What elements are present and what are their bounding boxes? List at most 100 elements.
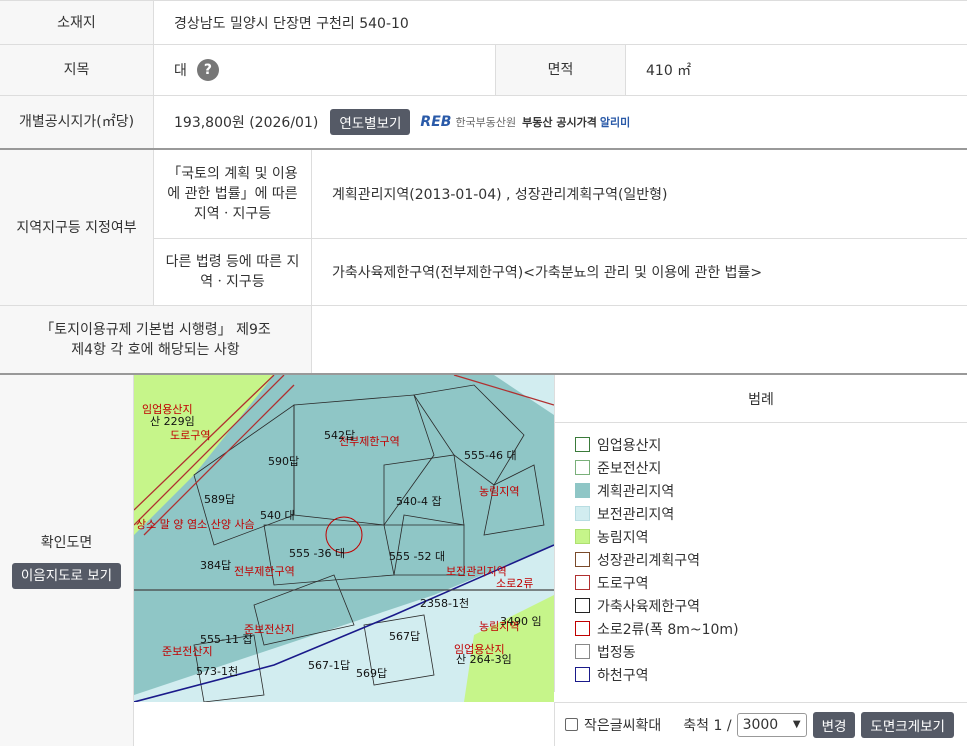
- zoning-label: 지역지구등 지정여부: [0, 150, 154, 305]
- map-label-19: 567-1답: [308, 659, 350, 672]
- legend-item: 농림지역: [575, 525, 967, 548]
- map-drawing: 임업용산지 도로구역 전부제한구역 농림지역 상소 말 양 염소 산양 사슴 전…: [134, 375, 554, 702]
- map-controls: 작은글씨확대 축척 1 / 3000 ▼ 변경 도면크게보기: [554, 702, 967, 746]
- zoning-row: 지역지구등 지정여부 「국토의 계획 및 이용 에 관한 법률」에 따른 지역ㆍ…: [0, 150, 967, 306]
- map-label-22: 산 264-3임: [456, 653, 512, 666]
- legend-item: 계획관리지역: [575, 479, 967, 502]
- price-value: 193,800원 (2026/01): [174, 115, 319, 131]
- jimok-label: 지목: [0, 45, 154, 95]
- map-label-1: 산 229임: [150, 415, 195, 428]
- map-label-24: 준보전산지: [162, 645, 213, 658]
- map-label-11: 384답: [200, 559, 231, 572]
- legend-label: 소로2류(폭 8m~10m): [597, 621, 739, 638]
- location-value: 경상남도 밀양시 단장면 구천리 540-10: [174, 15, 409, 32]
- legend-swatch: [575, 529, 590, 544]
- zoning-other-label: 다른 법령 등에 따른 지역ㆍ지구등: [154, 239, 312, 305]
- legend-item: 준보전산지: [575, 456, 967, 479]
- map-label-16: 2358-1천: [420, 596, 469, 610]
- reb-org: 한국부동산원: [455, 116, 517, 129]
- legend-item: 임업용산지: [575, 433, 967, 456]
- eum-map-button[interactable]: 이음지도로 보기: [11, 562, 122, 589]
- cadastral-map[interactable]: 임업용산지 도로구역 전부제한구역 농림지역 상소 말 양 염소 산양 사슴 전…: [134, 375, 554, 702]
- map-label-23: 3490 임: [500, 615, 542, 628]
- legend-item: 도로구역: [575, 571, 967, 594]
- legend-swatch: [575, 460, 590, 475]
- legend-item: 보전관리지역: [575, 502, 967, 525]
- legend-label: 보전관리지역: [597, 506, 675, 523]
- legend-label: 계획관리지역: [597, 483, 675, 500]
- zoning-national-value: 계획관리지역(2013-01-04) , 성장관리계획구역(일반형): [312, 150, 967, 239]
- legend-list: 임업용산지준보전산지계획관리지역보전관리지역농림지역성장관리계획구역도로구역가축…: [555, 423, 967, 686]
- map-label-28: 555-46 대: [464, 449, 517, 462]
- legend-swatch: [575, 506, 590, 521]
- legend-label: 성장관리계획구역: [597, 552, 701, 569]
- legend-swatch: [575, 437, 590, 452]
- legend-label: 도로구역: [597, 575, 649, 592]
- legend-swatch: [575, 575, 590, 590]
- legend-item: 법정동: [575, 640, 967, 663]
- scale-change-button[interactable]: 변경: [812, 711, 856, 738]
- legend-item: 가축사육제한구역: [575, 594, 967, 617]
- map-label-9: 555 -36 대: [289, 547, 345, 560]
- legend-swatch: [575, 552, 590, 567]
- legend-item: 소로2류(폭 8m~10m): [575, 617, 967, 640]
- map-label-20: 569답: [356, 667, 387, 680]
- area-value: 410 ㎡: [646, 63, 692, 79]
- legend-item: 하천구역: [575, 663, 967, 686]
- reb-link[interactable]: REB 한국부동산원 부동산 공시가격 알리미: [420, 114, 630, 130]
- reb-service: 부동산 공시가격: [522, 116, 597, 129]
- small-font-checkbox[interactable]: [565, 718, 578, 731]
- help-icon[interactable]: ?: [196, 59, 219, 81]
- map-label-4: 542답: [324, 429, 355, 442]
- legend-swatch: [575, 621, 590, 636]
- small-font-label: 작은글씨확대: [584, 717, 662, 734]
- jimok-cell: 대 ?: [154, 45, 496, 95]
- map-section: 확인도면 이음지도로 보기 임업용산지 도로구역 전부제한구역 농림지역 상소 …: [0, 375, 967, 746]
- regulation-row: 「토지이용규제 기본법 시행령」 제9조 제4항 각 호에 해당되는 사항: [0, 306, 967, 375]
- scale-select[interactable]: 3000 ▼: [736, 712, 807, 737]
- legend-swatch: [575, 644, 590, 659]
- map-label-8: 540-4 잡: [396, 495, 442, 508]
- legend-panel: 범례 임업용산지준보전산지계획관리지역보전관리지역농림지역성장관리계획구역도로구…: [554, 375, 967, 692]
- scale-value: 3000: [742, 716, 779, 733]
- map-label-21: 573-1천: [196, 664, 238, 678]
- map-label-26: 소로2류: [496, 577, 533, 590]
- map-label-7: 540 대: [260, 509, 295, 522]
- legend-swatch: [575, 667, 590, 682]
- map-label-2: 도로구역: [170, 429, 210, 442]
- scale-label: 축척 1 /: [683, 717, 732, 734]
- reb-logo-icon: REB: [420, 114, 452, 130]
- regulation-value: [312, 306, 967, 373]
- legend-title: 범례: [555, 375, 967, 423]
- legend-swatch: [575, 483, 590, 498]
- map-label-27: 상소 말 양 염소 산양 사슴: [136, 518, 255, 531]
- location-row: 소재지 경상남도 밀양시 단장면 구천리 540-10: [0, 0, 967, 45]
- legend-label: 가축사육제한구역: [597, 598, 701, 615]
- jimok-row: 지목 대 ? 면적 410 ㎡: [0, 45, 967, 96]
- legend-label: 준보전산지: [597, 460, 662, 477]
- map-label-6: 589답: [204, 493, 235, 506]
- zoning-national-label: 「국토의 계획 및 이용 에 관한 법률」에 따른 지역ㆍ지구등: [154, 150, 312, 239]
- map-label-12: 농림지역: [479, 485, 519, 498]
- legend-label: 농림지역: [597, 529, 649, 546]
- legend-label: 법정동: [597, 644, 636, 661]
- reb-app: 알리미: [599, 116, 631, 129]
- yearly-view-button[interactable]: 연도별보기: [330, 109, 411, 135]
- legend-label: 임업용산지: [597, 437, 662, 454]
- regulation-label: 「토지이용규제 기본법 시행령」 제9조 제4항 각 호에 해당되는 사항: [0, 306, 312, 373]
- map-label-10: 555 -52 대: [389, 550, 445, 563]
- map-label-18: 567답: [389, 630, 420, 643]
- chevron-down-icon: ▼: [792, 719, 801, 730]
- zoning-other-value: 가축사육제한구역(전부제한구역)<가축분뇨의 관리 및 이용에 관한 법률>: [332, 265, 763, 281]
- enlarge-map-button[interactable]: 도면크게보기: [861, 711, 954, 738]
- map-label-3: 590답: [268, 455, 299, 468]
- map-label-17: 555-11 잡: [200, 633, 253, 646]
- legend-swatch: [575, 598, 590, 613]
- price-cell: 193,800원 (2026/01) 연도별보기 REB 한국부동산원 부동산 …: [154, 96, 967, 148]
- map-label-cell: 확인도면 이음지도로 보기: [0, 375, 134, 746]
- legend-item: 성장관리계획구역: [575, 548, 967, 571]
- location-label: 소재지: [0, 1, 154, 44]
- legend-label: 하천구역: [597, 667, 649, 684]
- map-label: 확인도면: [40, 534, 93, 551]
- price-row: 개별공시지가(㎡당) 193,800원 (2026/01) 연도별보기 REB …: [0, 96, 967, 150]
